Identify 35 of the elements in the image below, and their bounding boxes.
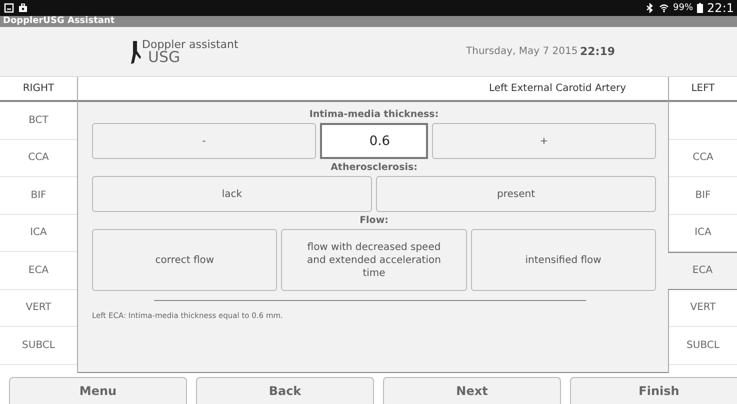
- option-button[interactable]: lack: [92, 176, 372, 212]
- artery-tab[interactable]: ICA: [0, 214, 77, 252]
- artery-tab[interactable]: CCA: [669, 140, 737, 177]
- battery-percent: 99%: [673, 3, 694, 13]
- option-button[interactable]: correct flow: [92, 229, 278, 291]
- page-title: Left External Carotid Artery: [488, 83, 626, 94]
- nav-button[interactable]: Back: [196, 377, 374, 404]
- nav-button[interactable]: Finish: [570, 377, 737, 404]
- decrease-button[interactable]: -: [92, 123, 316, 159]
- nav-button[interactable]: Menu: [9, 377, 187, 404]
- briefcase-icon: [18, 3, 28, 13]
- value-input[interactable]: 0.6: [320, 123, 428, 159]
- section-label: Intima-media thickness:: [308, 108, 440, 122]
- section-label: Atherosclerosis:: [330, 161, 418, 175]
- logo-subtitle: USG: [148, 50, 180, 64]
- section-label: Flow:: [358, 214, 390, 228]
- option-button[interactable]: present: [376, 176, 656, 212]
- date-label: Thursday, May 7 2015: [466, 46, 579, 57]
- bluetooth-icon: [645, 3, 656, 13]
- logo-title: Doppler assistant: [142, 38, 238, 50]
- clock: 22:1: [707, 1, 734, 15]
- time-label: 22:19: [580, 45, 616, 58]
- option-button[interactable]: flow with decreased speed and extended acceleration time: [281, 229, 467, 291]
- option-button[interactable]: intensified flow: [470, 229, 656, 291]
- artery-tab[interactable]: ICA: [669, 214, 737, 252]
- increase-button[interactable]: +: [432, 123, 656, 159]
- wifi-icon: [659, 3, 670, 13]
- artery-tab[interactable]: VERT: [669, 290, 737, 327]
- nav-button[interactable]: Next: [383, 377, 561, 404]
- app-title: DopplerUSG Assistant: [3, 16, 115, 26]
- artery-tab[interactable]: ECA: [668, 252, 737, 290]
- artery-tab[interactable]: CCA: [0, 140, 77, 177]
- figure-logo-icon: [130, 40, 142, 64]
- battery-icon: [697, 3, 704, 13]
- artery-tab[interactable]: VERT: [0, 290, 77, 327]
